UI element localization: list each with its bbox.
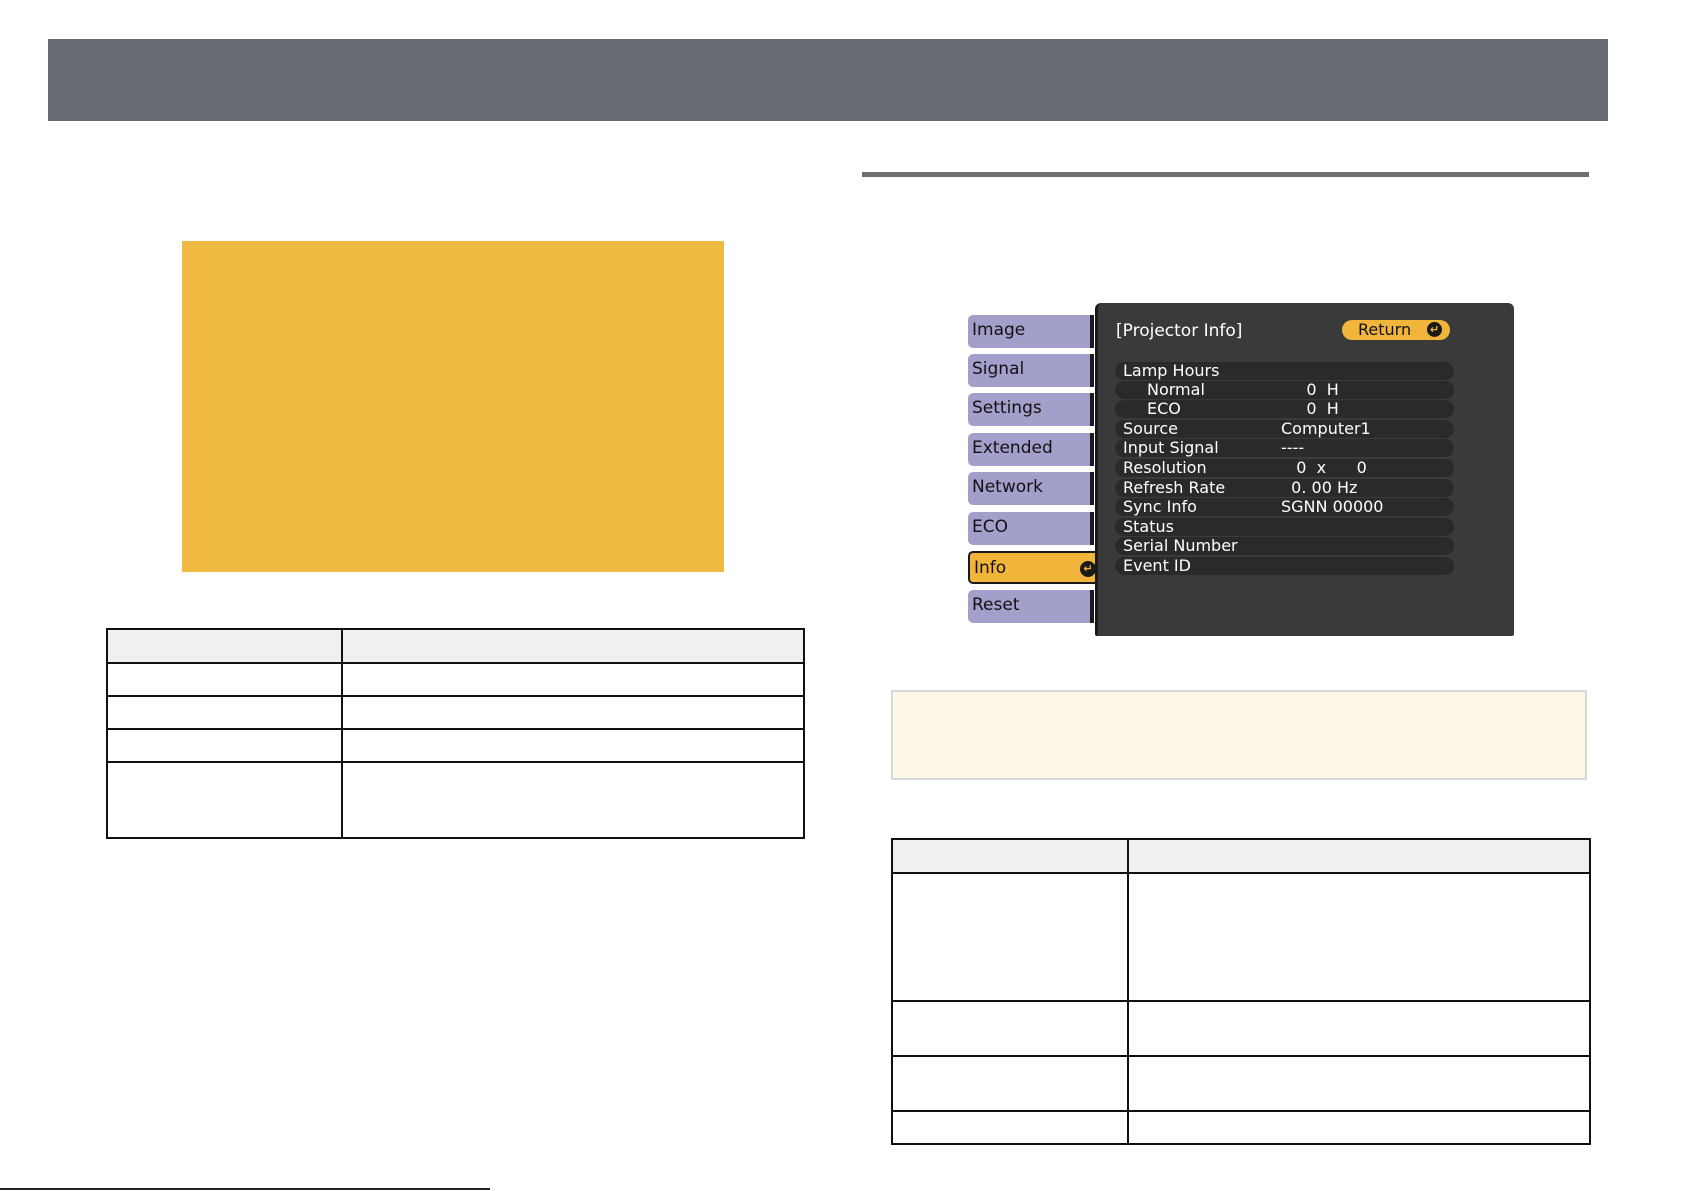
- table-cell: [1127, 872, 1591, 1002]
- table-row: [106, 761, 805, 839]
- row-value: Computer1: [1281, 419, 1371, 438]
- enter-icon: ↵: [1427, 322, 1442, 337]
- table-row: [891, 1000, 1591, 1057]
- table-cell: [341, 728, 805, 763]
- tab-info[interactable]: Info ↵: [968, 551, 1104, 584]
- row-value: 0 H: [1281, 399, 1339, 418]
- table-cell: [1127, 1110, 1591, 1145]
- table-cell: [106, 695, 343, 730]
- row-value: ----: [1281, 438, 1305, 457]
- table-header-row: [891, 838, 1591, 874]
- row-label: ECO: [1147, 399, 1181, 418]
- row-label: Event ID: [1123, 556, 1191, 575]
- return-label: Return: [1358, 320, 1412, 339]
- info-row-source: Source Computer1: [1115, 420, 1454, 438]
- tab-label: Reset: [972, 595, 1020, 615]
- table-header-cell: [1127, 838, 1591, 874]
- table-header-cell: [891, 838, 1129, 874]
- info-row-serial-number: Serial Number: [1115, 537, 1454, 555]
- row-value: 0 x 0: [1281, 458, 1367, 477]
- row-label: Refresh Rate: [1123, 478, 1226, 497]
- row-label: Normal: [1147, 380, 1205, 399]
- info-row-input-signal: Input Signal ----: [1115, 439, 1454, 457]
- right-table: [891, 838, 1591, 1145]
- tab-extended[interactable]: Extended: [968, 433, 1094, 466]
- tab-image[interactable]: Image: [968, 315, 1094, 348]
- table-cell: [1127, 1055, 1591, 1112]
- tab-label: Settings: [972, 398, 1042, 418]
- table-cell: [106, 728, 343, 763]
- projector-osd: Image Signal Settings Extended Network E…: [968, 303, 1514, 636]
- table-cell: [341, 761, 805, 839]
- table-cell: [891, 1110, 1129, 1145]
- info-row-status: Status: [1115, 518, 1454, 536]
- table-cell: [106, 662, 343, 697]
- tab-reset[interactable]: Reset: [968, 590, 1094, 623]
- info-row-refresh-rate: Refresh Rate 0. 00 Hz: [1115, 479, 1454, 497]
- table-cell: [891, 1055, 1129, 1112]
- table-cell: [891, 872, 1129, 1002]
- enter-icon: ↵: [1080, 561, 1096, 577]
- row-label: Lamp Hours: [1123, 361, 1220, 380]
- row-label: Input Signal: [1123, 438, 1219, 457]
- info-row-normal: Normal 0 H: [1115, 381, 1454, 399]
- row-value: 0 H: [1281, 380, 1339, 399]
- left-table: [106, 628, 805, 839]
- table-cell: [341, 662, 805, 697]
- tab-network[interactable]: Network: [968, 472, 1094, 505]
- tab-label: Image: [972, 320, 1026, 340]
- row-label: Serial Number: [1123, 536, 1238, 555]
- table-row: [106, 662, 805, 697]
- table-cell: [341, 695, 805, 730]
- tab-signal[interactable]: Signal: [968, 354, 1094, 387]
- row-label: Source: [1123, 419, 1178, 438]
- table-row: [891, 872, 1591, 1002]
- table-header-cell: [341, 628, 805, 664]
- info-panel: [Projector Info] Return ↵ Lamp Hours Norm…: [1095, 303, 1514, 636]
- info-row-sync-info: Sync Info SGNN 00000: [1115, 498, 1454, 516]
- info-row-resolution: Resolution 0 x 0: [1115, 459, 1454, 477]
- row-label: Resolution: [1123, 458, 1207, 477]
- note-box: [891, 690, 1587, 780]
- panel-title: [Projector Info]: [1116, 321, 1243, 341]
- row-value: 0. 00 Hz: [1281, 478, 1358, 497]
- table-cell: [1127, 1000, 1591, 1057]
- header-bar: [48, 39, 1608, 121]
- info-row-eco: ECO 0 H: [1115, 400, 1454, 418]
- section-divider: [862, 172, 1589, 177]
- row-label: Sync Info: [1123, 497, 1197, 516]
- tab-settings[interactable]: Settings: [968, 393, 1094, 426]
- tab-label: Signal: [972, 359, 1025, 379]
- table-header-row: [106, 628, 805, 664]
- table-row: [891, 1110, 1591, 1145]
- row-value: SGNN 00000: [1281, 497, 1384, 516]
- return-button[interactable]: Return ↵: [1342, 320, 1450, 340]
- tab-label: Network: [972, 477, 1043, 497]
- info-row-event-id: Event ID: [1115, 557, 1454, 575]
- tab-label: ECO: [972, 517, 1008, 537]
- table-row: [106, 695, 805, 730]
- table-header-cell: [106, 628, 343, 664]
- table-row: [891, 1055, 1591, 1112]
- tab-label: Extended: [972, 438, 1053, 458]
- table-cell: [106, 761, 343, 839]
- warning-block: [182, 241, 724, 572]
- tab-eco[interactable]: ECO: [968, 512, 1094, 545]
- footer-rule: [0, 1188, 490, 1190]
- tab-label: Info: [974, 558, 1007, 578]
- table-cell: [891, 1000, 1129, 1057]
- row-label: Status: [1123, 517, 1174, 536]
- info-row-lamp-hours: Lamp Hours: [1115, 362, 1454, 380]
- table-row: [106, 728, 805, 763]
